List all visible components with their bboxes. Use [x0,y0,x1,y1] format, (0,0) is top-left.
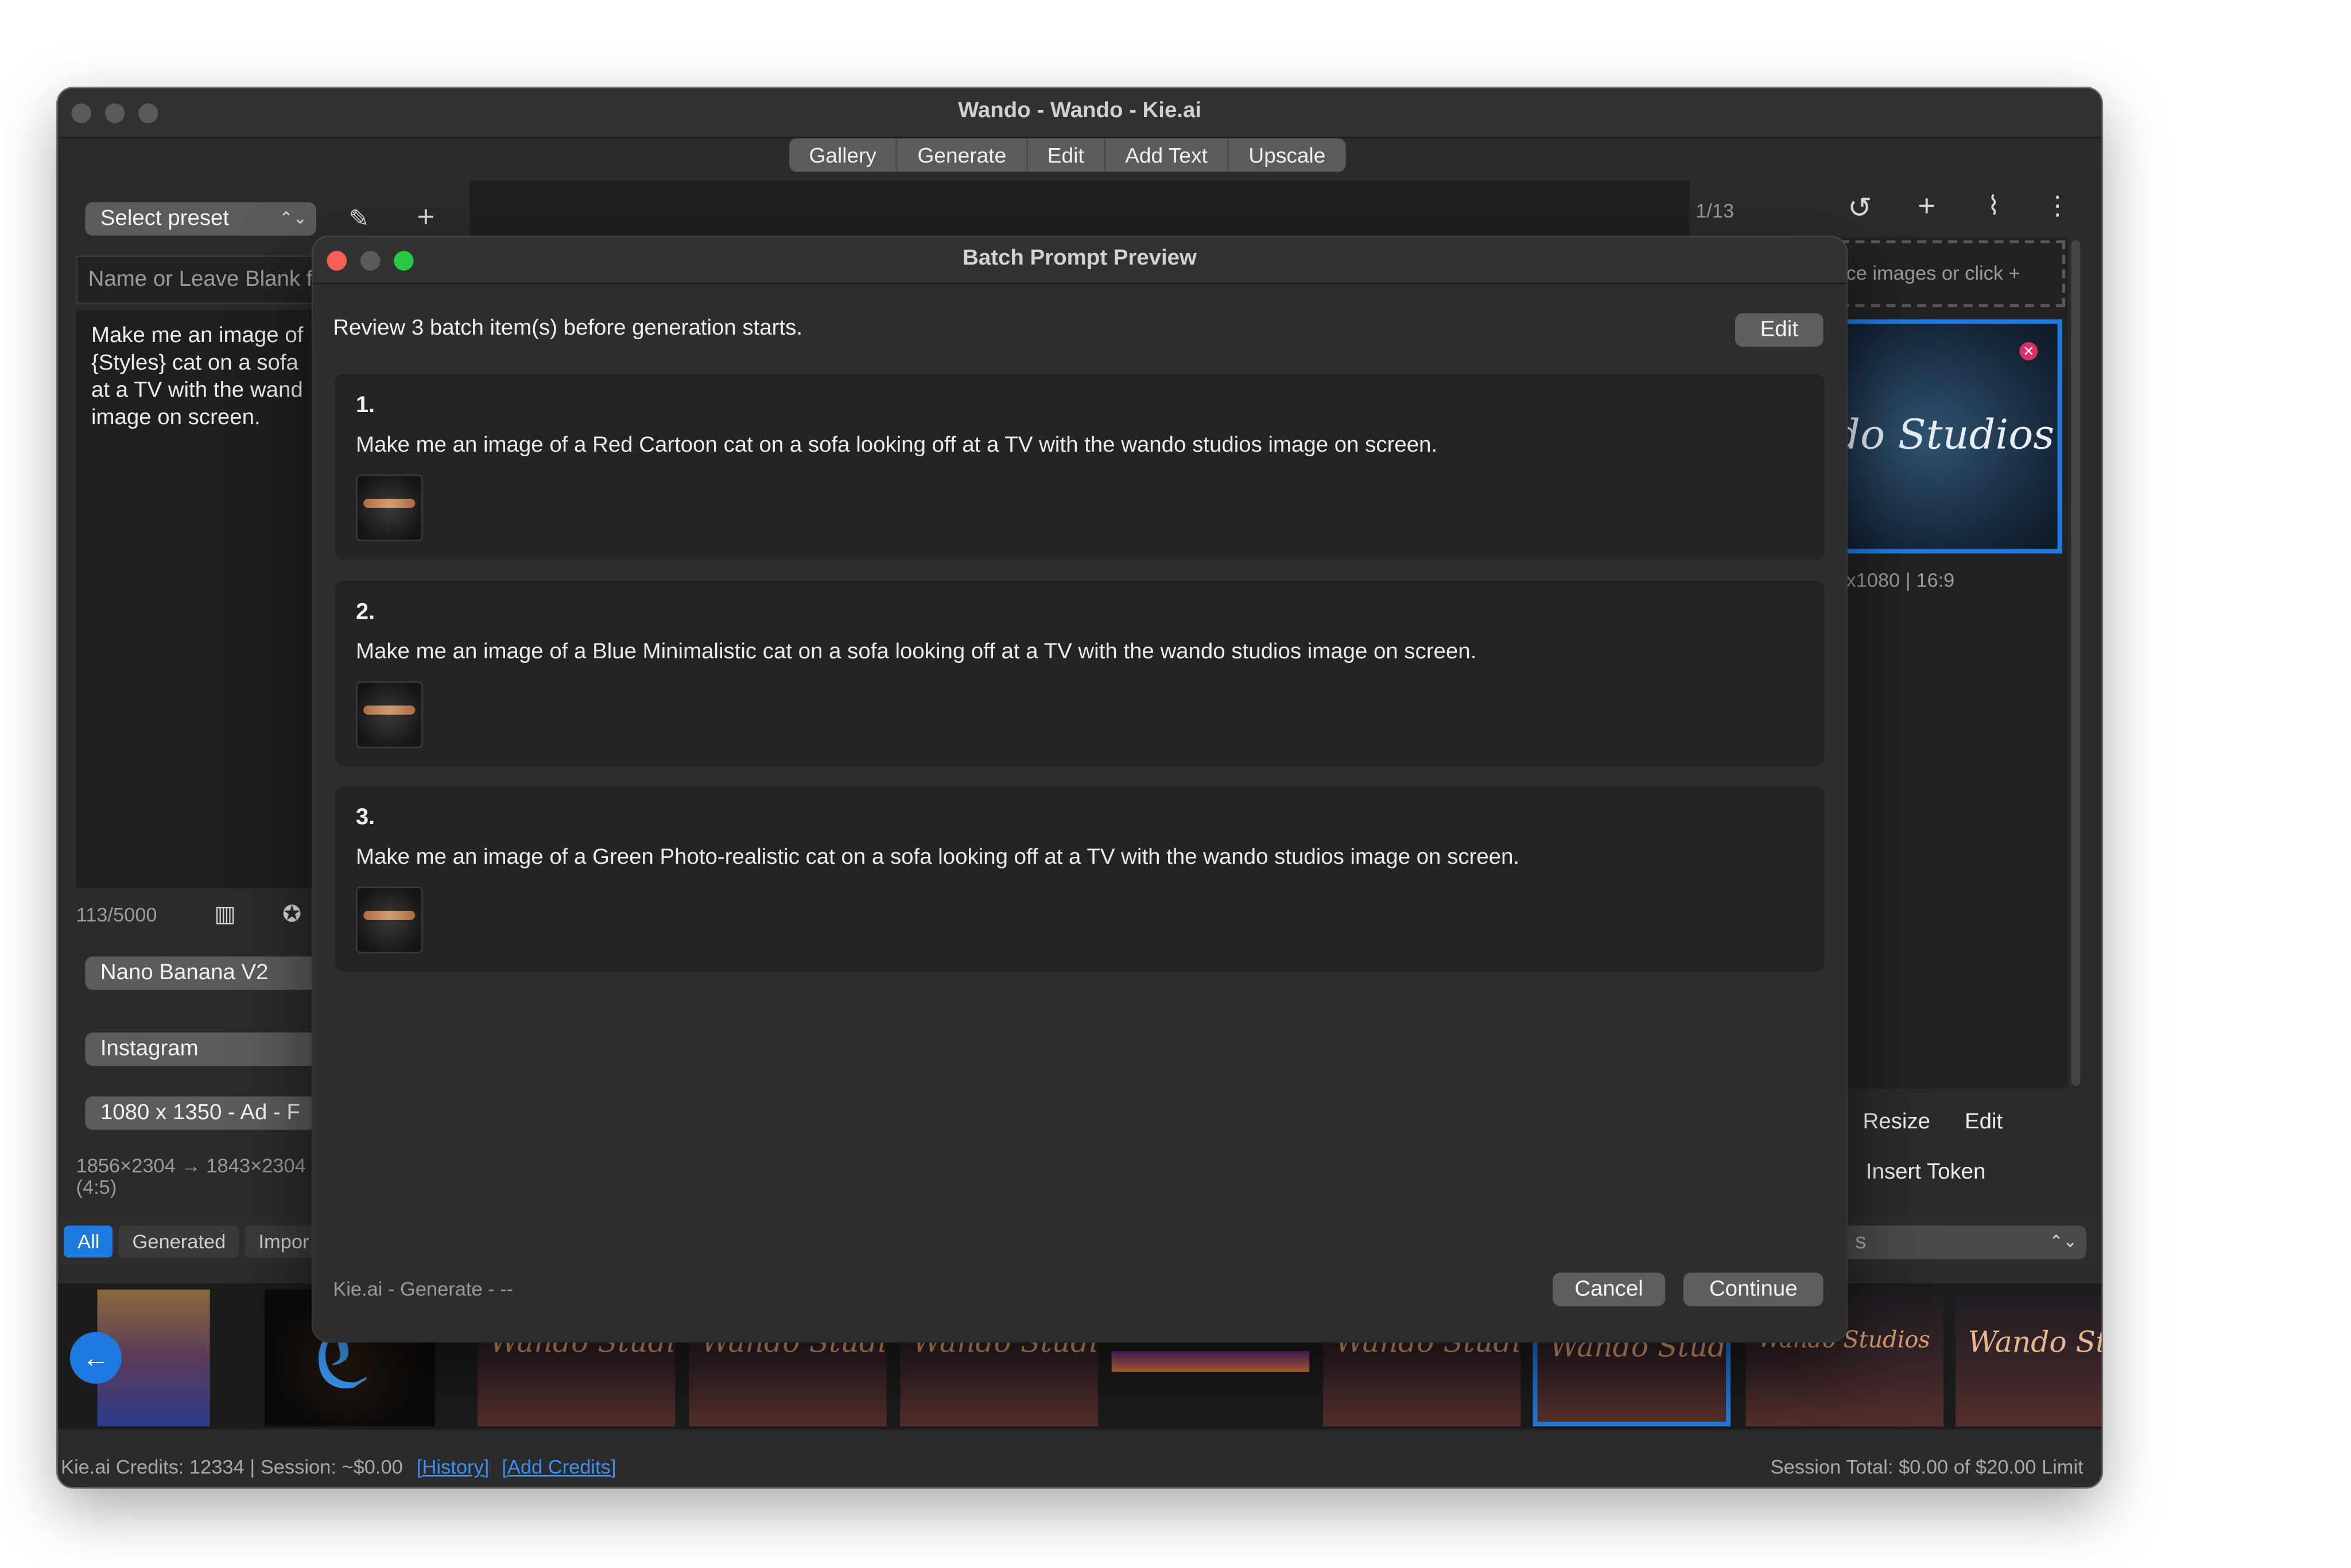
window-titlebar: Wando - Wando - Kie.ai [57,88,2102,139]
preset-select[interactable]: Select preset ⌃⌄ [85,202,317,236]
size-select-label: 1080 x 1350 - Ad - F [100,1101,300,1125]
preset-select-label: Select preset [100,207,230,231]
sort-select[interactable]: s ⌃⌄ [1840,1225,2086,1259]
batch-item-prompt: Make me an image of a Red Cartoon cat on… [355,433,1438,458]
batch-item-prompt: Make me an image of a Blue Minimalistic … [355,640,1477,665]
pencil-icon[interactable]: ✎ [344,204,374,234]
chevron-updown-icon: ⌃⌄ [279,209,308,228]
model-select[interactable]: Nano Banana V2 [85,956,317,990]
drop-zone-hint: ce images or click + [1846,261,2020,285]
session-total: Session Total: $0.00 of $20.00 Limit [1770,1455,2084,1478]
filter-imported[interactable]: Impor [245,1225,323,1258]
batch-prompt-preview-dialog: Batch Prompt Preview Review 3 batch item… [313,237,1846,1341]
tab-edit[interactable]: Edit [1027,138,1105,172]
remove-image-icon[interactable]: ✕ [2019,342,2038,360]
tab-upscale[interactable]: Upscale [1229,138,1345,172]
image-counter: 1/13 [1696,199,1735,222]
right-panel-scrollbar[interactable] [2071,240,2081,1086]
prompt-text: Make me an image of {Styles} cat on a so… [91,324,304,430]
name-input[interactable]: Name or Leave Blank f [76,255,335,304]
cancel-button[interactable]: Cancel [1553,1272,1666,1306]
name-input-placeholder: Name or Leave Blank f [88,267,313,292]
filter-generated[interactable]: Generated [118,1225,240,1258]
reference-image-thumbnail[interactable]: do Studios ✕ [1840,319,2062,554]
batch-item-thumbnail [355,681,423,748]
status-bar: Kie.ai Credits: 12334 | Session: ~$0.00 … [58,1451,2102,1484]
back-arrow-icon[interactable]: ← [69,1332,122,1384]
mode-tabs: Gallery Generate Edit Add Text Upscale [789,138,1345,172]
add-credits-link[interactable]: [Add Credits] [502,1451,616,1484]
image-drop-zone[interactable]: ce images or click + [1840,240,2065,308]
batch-item-thumbnail [355,474,423,542]
batch-item: 2. Make me an image of a Blue Minimalist… [334,581,1825,767]
sort-select-label: s [1855,1230,1867,1255]
thumbnail-meta: x1080 | 16:9 [1846,568,1955,592]
chevron-updown-icon: ⌃⌄ [2049,1233,2078,1252]
size-select[interactable]: 1080 x 1350 - Ad - F [85,1096,317,1130]
tab-gallery[interactable]: Gallery [789,138,898,172]
dialog-footer-status: Kie.ai - Generate - -- [333,1277,514,1301]
resize-button[interactable]: Resize [1863,1110,1930,1134]
credits-text: Kie.ai Credits: 12334 | Session: ~$0.00 [60,1455,403,1478]
batch-item-number: 3. [355,804,375,830]
continue-button[interactable]: Continue [1683,1272,1824,1306]
batch-item-prompt: Make me an image of a Green Photo-realis… [355,845,1520,870]
magic-icon[interactable]: ✪ [277,900,307,927]
book-icon[interactable]: ▥ [210,900,240,927]
gallery-thumbnail[interactable]: Wando Stu [1956,1289,2102,1427]
platform-select-label: Instagram [100,1037,199,1062]
tab-generate[interactable]: Generate [898,138,1028,172]
history-link[interactable]: [History] [417,1451,489,1484]
batch-item: 3. Make me an image of a Green Photo-rea… [334,786,1825,972]
gallery-thumbnail-text: Wando Stu [1968,1326,2101,1360]
add-preset-icon[interactable]: + [410,201,441,236]
edit-batch-button[interactable]: Edit [1735,313,1824,347]
char-count: 113/5000 [76,903,157,926]
add-image-icon[interactable]: + [1910,190,1943,225]
model-select-label: Nano Banana V2 [100,961,269,985]
more-icon[interactable]: ⋮ [2044,192,2071,222]
batch-item: 1. Make me an image of a Red Cartoon cat… [334,374,1825,560]
dialog-titlebar: Batch Prompt Preview [313,237,1846,285]
batch-item-thumbnail [355,886,423,954]
batch-item-number: 2. [355,599,375,625]
prompt-textarea[interactable]: Make me an image of {Styles} cat on a so… [76,310,335,888]
thumbnail-image-text: do Studios [1840,412,2055,460]
review-message: Review 3 batch item(s) before generation… [333,316,803,341]
platform-select[interactable]: Instagram [85,1032,317,1066]
window-title: Wando - Wando - Kie.ai [958,99,1202,123]
batch-item-number: 1. [355,392,375,418]
edit-image-button[interactable]: Edit [1965,1110,2003,1134]
aspect-info: (4:5) [76,1175,117,1198]
history-icon[interactable]: ↺ [1843,192,1876,227]
dimension-info: 1856×2304 → 1843×2304 [76,1154,306,1177]
preview-area [470,181,1690,242]
filter-all[interactable]: All [64,1225,114,1258]
insert-token-button[interactable]: Insert Token [1866,1160,1986,1184]
brush-icon[interactable]: ⌇ [1977,192,2010,222]
dialog-title: Batch Prompt Preview [963,246,1197,271]
tab-add-text[interactable]: Add Text [1105,138,1229,172]
